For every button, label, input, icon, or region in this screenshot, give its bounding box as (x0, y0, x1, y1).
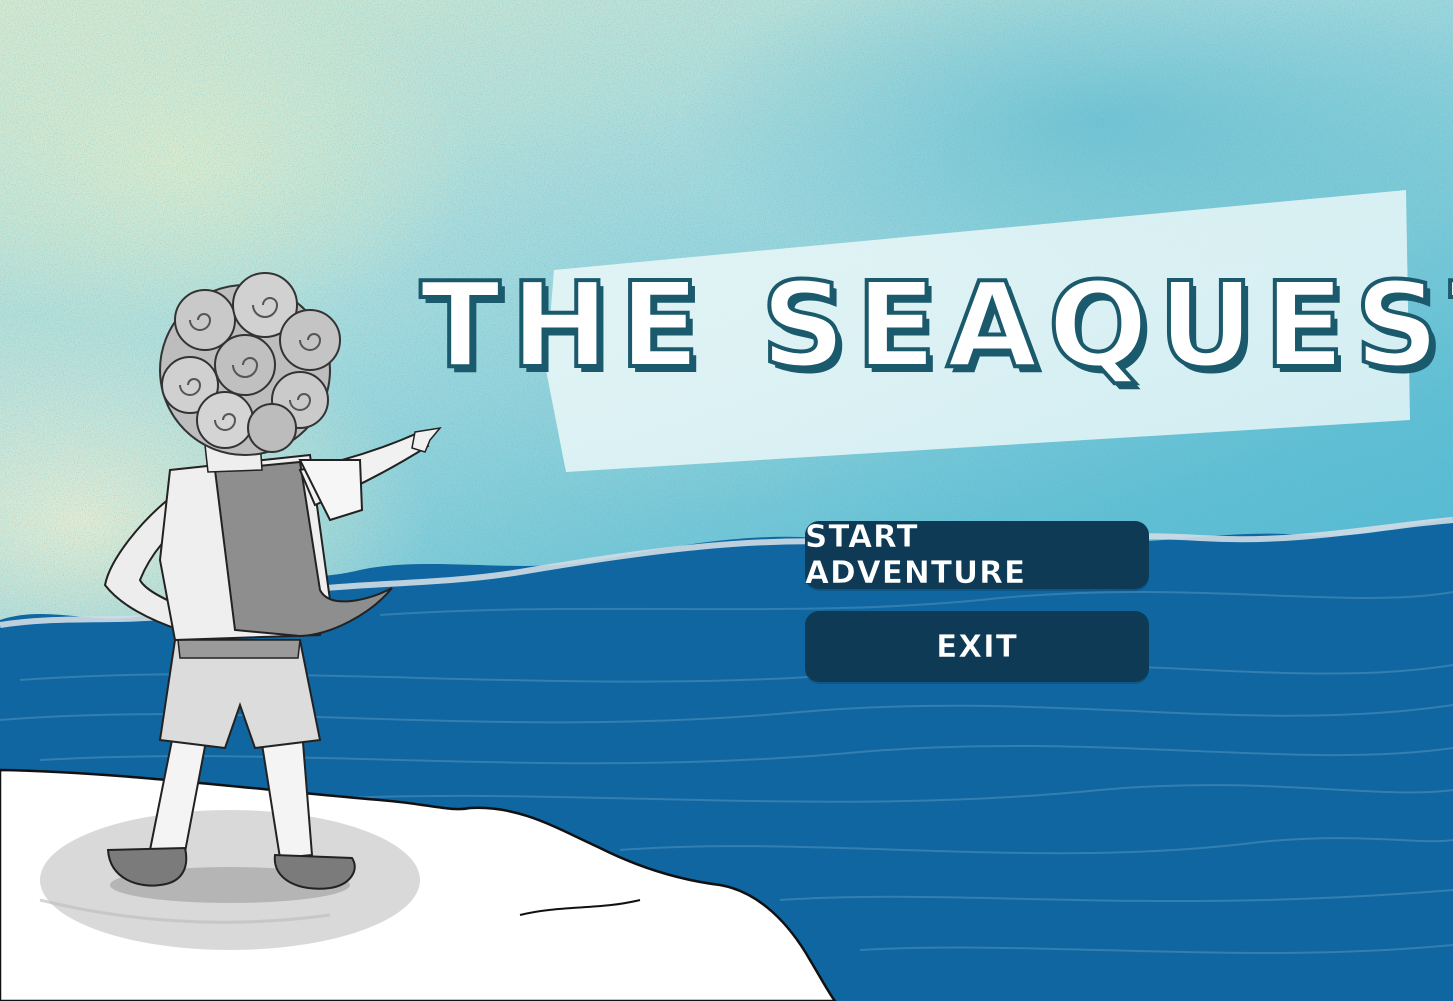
hero-character (103, 272, 442, 903)
title-screen: THE SEAQUEST START ADVENTURE EXIT (0, 0, 1453, 1001)
exit-label: EXIT (936, 628, 1018, 665)
start-adventure-button[interactable]: START ADVENTURE (805, 519, 1149, 592)
exit-button[interactable]: EXIT (805, 611, 1149, 682)
start-adventure-label: START ADVENTURE (805, 519, 1027, 592)
game-title: THE SEAQUEST (418, 256, 1453, 394)
